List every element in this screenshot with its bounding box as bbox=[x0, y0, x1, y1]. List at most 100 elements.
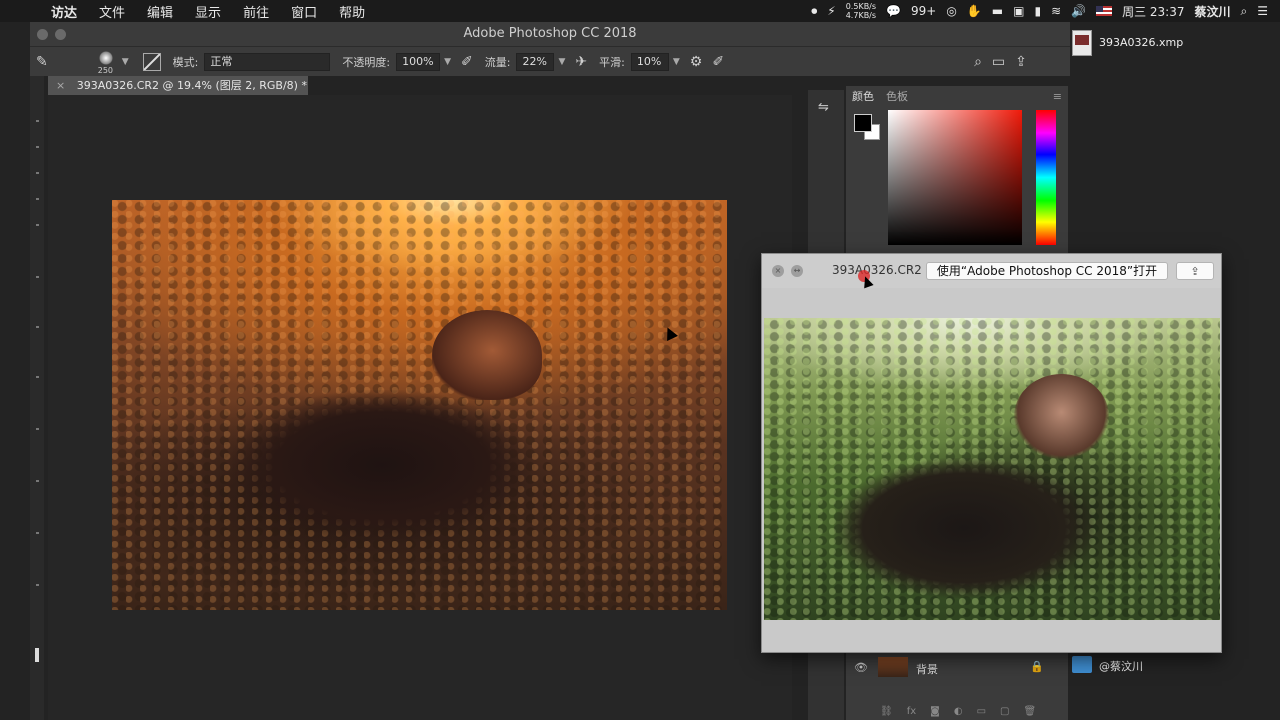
document-tab[interactable]: × 393A0326.CR2 @ 19.4% (图层 2, RGB/8) * bbox=[48, 76, 308, 95]
menu-edit[interactable]: 编辑 bbox=[136, 2, 184, 21]
fullscreen-icon[interactable]: ↔ bbox=[791, 265, 803, 277]
folder-icon[interactable] bbox=[1072, 656, 1092, 673]
fg-bg-swatches[interactable] bbox=[854, 114, 882, 142]
mode-select[interactable]: 正常 bbox=[204, 52, 331, 71]
display-icon[interactable]: ▣ bbox=[1013, 4, 1024, 18]
menu-finder[interactable]: 访达 bbox=[40, 2, 88, 21]
wechat-icon[interactable]: 💬 bbox=[886, 4, 901, 18]
desktop-folder-label[interactable]: @蔡汶川 bbox=[1099, 658, 1143, 674]
opacity-field[interactable]: 100% bbox=[396, 52, 441, 71]
clipboard-icon[interactable]: ✋ bbox=[967, 4, 982, 18]
eye-icon[interactable]: 👁 bbox=[854, 661, 868, 674]
desktop-file-label[interactable]: 393A0326.xmp bbox=[1099, 36, 1183, 49]
tool-tick[interactable] bbox=[36, 584, 39, 586]
clock[interactable]: 周三 23:37 bbox=[1122, 3, 1184, 20]
adjustment-icon[interactable]: ◐ bbox=[954, 706, 963, 720]
close-icon[interactable]: × bbox=[772, 265, 784, 277]
smoothing-label: 平滑: bbox=[599, 55, 625, 69]
history-panel-icon[interactable]: ⇋ bbox=[818, 100, 829, 115]
spotlight-search-icon[interactable]: ⌕ bbox=[1241, 4, 1248, 19]
share-icon[interactable]: ⇪ bbox=[1015, 54, 1027, 70]
tool-tick[interactable] bbox=[36, 276, 39, 278]
brush-tool-icon[interactable]: ✎ bbox=[36, 54, 48, 70]
xmp-file-icon[interactable] bbox=[1072, 30, 1092, 56]
new-layer-icon[interactable]: ▢ bbox=[1000, 706, 1009, 720]
share-icon[interactable]: ⇪ bbox=[1176, 262, 1214, 280]
search-icon[interactable]: ⌕ bbox=[974, 54, 982, 70]
input-source-flag-icon[interactable] bbox=[1096, 6, 1113, 16]
menu-help[interactable]: 帮助 bbox=[328, 2, 376, 21]
group-icon[interactable]: ▭ bbox=[977, 706, 986, 720]
flow-dropdown-icon[interactable]: ▼ bbox=[558, 57, 565, 67]
flow-label: 流量: bbox=[484, 55, 511, 69]
figure-body bbox=[834, 458, 1094, 598]
figure-body bbox=[232, 390, 532, 540]
pressure-size-icon[interactable]: ✐ bbox=[712, 54, 724, 70]
menu-bar: 访达 文件 编辑 显示 前往 窗口 帮助 ⏺ ⚡ 0.5KB/s 4.7KB/s… bbox=[0, 0, 1280, 22]
layer-row[interactable]: 👁 背景 🔒 bbox=[846, 655, 1068, 681]
brush-settings-panel-icon[interactable] bbox=[142, 52, 161, 71]
battery-icon[interactable]: ▮ bbox=[1034, 4, 1041, 18]
wifi-icon[interactable]: ≋ bbox=[1051, 4, 1061, 18]
link-layers-icon[interactable]: ⛓ bbox=[880, 706, 893, 720]
hue-slider[interactable] bbox=[1036, 110, 1056, 245]
brush-tip-icon bbox=[98, 50, 113, 65]
menu-go[interactable]: 前往 bbox=[232, 2, 280, 21]
menu-file[interactable]: 文件 bbox=[88, 2, 136, 21]
extension-icon[interactable]: ⚡ bbox=[827, 4, 835, 18]
click-indicator-icon bbox=[858, 270, 870, 282]
options-bar: ✎ 250 ▼ 模式: 正常 不透明度: 100% ▼ ✐ 流量: 22% ▼ … bbox=[30, 46, 1070, 76]
screen-record-icon[interactable]: ⏺ bbox=[811, 4, 817, 19]
lock-icon[interactable]: 🔒 bbox=[1030, 660, 1044, 673]
gear-icon[interactable]: ⚙ bbox=[690, 54, 703, 70]
app-menu: 访达 文件 编辑 显示 前往 窗口 帮助 bbox=[40, 2, 376, 21]
foreground-color-swatch[interactable] bbox=[854, 114, 872, 132]
tool-tick[interactable] bbox=[36, 428, 39, 430]
tool-tick[interactable] bbox=[36, 120, 39, 122]
network-speed: 0.5KB/s 4.7KB/s bbox=[845, 2, 877, 20]
user-name[interactable]: 蔡汶川 bbox=[1194, 3, 1230, 20]
close-tab-icon[interactable]: × bbox=[56, 79, 65, 92]
airbrush-icon[interactable]: ✈ bbox=[575, 54, 587, 70]
open-with-photoshop-button[interactable]: 使用“Adobe Photoshop CC 2018”打开 bbox=[926, 262, 1168, 280]
tool-tick[interactable] bbox=[36, 376, 39, 378]
tool-tick[interactable] bbox=[36, 532, 39, 534]
tools-panel bbox=[30, 76, 44, 720]
drive-icon[interactable]: ▬ bbox=[992, 4, 1003, 18]
workspace-icon[interactable]: ▭ bbox=[992, 54, 1005, 70]
volume-icon[interactable]: 🔊 bbox=[1071, 4, 1086, 18]
tool-tick[interactable] bbox=[36, 172, 39, 174]
minimize-window-button[interactable] bbox=[55, 29, 66, 40]
quicklook-filename: 393A0326.CR2 bbox=[832, 263, 922, 277]
foreground-color-swatch[interactable] bbox=[35, 648, 39, 662]
tab-color[interactable]: 颜色 bbox=[852, 88, 874, 104]
tool-tick[interactable] bbox=[36, 224, 39, 226]
smoothing-field[interactable]: 10% bbox=[630, 52, 669, 71]
menu-window[interactable]: 窗口 bbox=[280, 2, 328, 21]
creative-cloud-icon[interactable]: ◎ bbox=[946, 4, 956, 18]
brush-preset-picker[interactable]: 250 bbox=[94, 50, 118, 75]
pressure-opacity-icon[interactable]: ✐ bbox=[461, 54, 473, 70]
document-image[interactable] bbox=[112, 200, 727, 610]
tool-tick[interactable] bbox=[36, 146, 39, 148]
panel-menu-icon[interactable]: ≡ bbox=[1053, 90, 1062, 103]
tool-tick[interactable] bbox=[36, 198, 39, 200]
tool-tick[interactable] bbox=[36, 480, 39, 482]
notification-center-icon[interactable]: ☰ bbox=[1257, 4, 1268, 18]
smoothing-dropdown-icon[interactable]: ▼ bbox=[673, 57, 680, 67]
tab-swatches[interactable]: 色板 bbox=[886, 88, 908, 104]
trash-icon[interactable]: 🗑 bbox=[1024, 706, 1037, 720]
saturation-brightness-picker[interactable] bbox=[888, 110, 1022, 245]
opacity-dropdown-icon[interactable]: ▼ bbox=[444, 57, 451, 67]
photoshop-title-bar: Adobe Photoshop CC 2018 bbox=[30, 22, 1070, 46]
chevron-down-icon[interactable]: ▼ bbox=[122, 57, 129, 67]
brush-size: 250 bbox=[97, 65, 114, 75]
close-window-button[interactable] bbox=[37, 29, 48, 40]
layers-footer: ⛓ fx ◙ ◐ ▭ ▢ 🗑 bbox=[846, 706, 1068, 720]
tool-tick[interactable] bbox=[36, 326, 39, 328]
mask-icon[interactable]: ◙ bbox=[930, 706, 940, 720]
document-tab-title: 393A0326.CR2 @ 19.4% (图层 2, RGB/8) * bbox=[76, 79, 307, 92]
flow-field[interactable]: 22% bbox=[516, 52, 555, 71]
fx-icon[interactable]: fx bbox=[907, 706, 916, 720]
menu-view[interactable]: 显示 bbox=[184, 2, 232, 21]
